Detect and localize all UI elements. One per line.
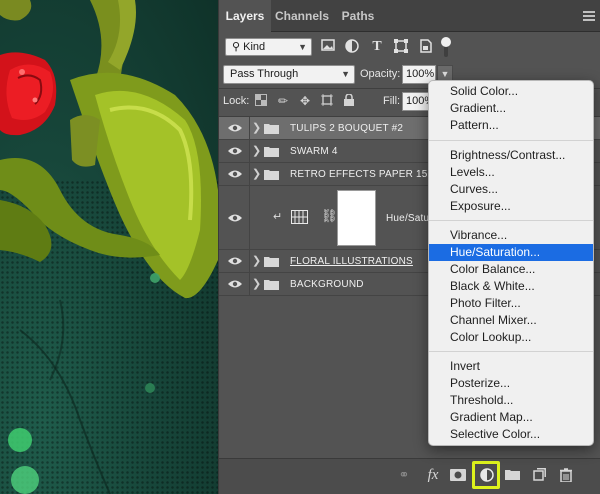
- lock-position-icon[interactable]: ✥: [298, 94, 312, 108]
- eye-icon[interactable]: [227, 279, 243, 289]
- adjustment-button-highlight: [472, 461, 500, 489]
- layer-name[interactable]: SWARM 4: [290, 146, 338, 157]
- tab-channels[interactable]: Channels: [271, 0, 333, 32]
- layer-name[interactable]: RETRO EFFECTS PAPER 15: [290, 169, 428, 180]
- magnifier-icon: ⚲: [232, 41, 241, 53]
- eye-icon[interactable]: [227, 169, 243, 179]
- panel-tab-bar: Layers Channels Paths: [219, 0, 600, 33]
- menu-item-invert[interactable]: Invert: [429, 358, 593, 375]
- fx-icon[interactable]: fx: [423, 465, 443, 485]
- menu-separator: [429, 351, 593, 352]
- chevron-down-icon: ▼: [298, 42, 307, 52]
- expand-arrow-icon[interactable]: ❯: [252, 167, 261, 180]
- menu-item-exposure[interactable]: Exposure...: [429, 198, 593, 215]
- layer-name[interactable]: FLORAL ILLUSTRATIONS: [290, 256, 413, 267]
- menu-item-black-white[interactable]: Black & White...: [429, 278, 593, 295]
- opacity-label: Opacity:: [360, 68, 401, 80]
- menu-item-curves[interactable]: Curves...: [429, 181, 593, 198]
- menu-item-threshold[interactable]: Threshold...: [429, 392, 593, 409]
- expand-arrow-icon[interactable]: ❯: [252, 144, 261, 157]
- folder-icon: [264, 124, 279, 134]
- blend-mode-value: Pass Through: [230, 68, 299, 80]
- layers-bottom-bar: ⚭ fx: [219, 458, 600, 494]
- eye-icon[interactable]: [227, 123, 243, 133]
- add-mask-icon[interactable]: [448, 465, 468, 485]
- shape-filter-icon[interactable]: [393, 39, 409, 55]
- document-canvas[interactable]: [0, 0, 218, 494]
- menu-item-color-lookup[interactable]: Color Lookup...: [429, 329, 593, 346]
- tab-paths[interactable]: Paths: [333, 0, 383, 32]
- kind-filter-select[interactable]: ⚲ Kind ▼: [225, 38, 312, 56]
- blend-mode-select[interactable]: Pass Through ▼: [223, 65, 355, 84]
- menu-item-levels[interactable]: Levels...: [429, 164, 593, 181]
- menu-item-hue-saturation[interactable]: Hue/Saturation...: [429, 244, 593, 261]
- chevron-down-icon: ▼: [341, 69, 350, 79]
- lock-pixels-icon[interactable]: [254, 94, 268, 108]
- folder-icon: [264, 257, 279, 267]
- folder-icon: [264, 147, 279, 157]
- lock-label: Lock:: [223, 95, 250, 107]
- menu-item-gradient-map[interactable]: Gradient Map...: [429, 409, 593, 426]
- expand-arrow-icon[interactable]: ❯: [252, 121, 261, 134]
- link-layers-icon[interactable]: ⚭: [394, 465, 414, 485]
- eye-icon[interactable]: [227, 256, 243, 266]
- menu-item-solid-color[interactable]: Solid Color...: [429, 83, 593, 100]
- menu-item-selective-color[interactable]: Selective Color...: [429, 426, 593, 443]
- menu-item-posterize[interactable]: Posterize...: [429, 375, 593, 392]
- menu-item-vibrance[interactable]: Vibrance...: [429, 227, 593, 244]
- folder-icon: [264, 170, 279, 180]
- menu-item-photo-filter[interactable]: Photo Filter...: [429, 295, 593, 312]
- adjustment-layer-menu: Solid Color... Gradient... Pattern... Br…: [428, 80, 594, 446]
- smart-object-filter-icon[interactable]: [418, 39, 434, 55]
- type-filter-icon[interactable]: T: [369, 39, 385, 55]
- menu-item-brightness-contrast[interactable]: Brightness/Contrast...: [429, 147, 593, 164]
- adjustment-filter-icon[interactable]: [344, 39, 360, 55]
- eye-icon[interactable]: [227, 146, 243, 156]
- expand-arrow-icon[interactable]: ❯: [252, 277, 261, 290]
- panel-menu-icon[interactable]: [583, 11, 595, 21]
- layer-name[interactable]: Hue/Satu: [386, 213, 429, 224]
- kind-filter-label: Kind: [243, 41, 266, 53]
- lock-all-icon[interactable]: [342, 93, 356, 108]
- menu-separator: [429, 220, 593, 221]
- folder-icon: [264, 280, 279, 290]
- adjustment-thumbnail-icon: [291, 210, 308, 224]
- chain-link-icon[interactable]: ⛓: [321, 208, 338, 224]
- lock-artboard-icon[interactable]: [320, 94, 334, 108]
- expand-arrow-icon[interactable]: ❯: [252, 254, 261, 267]
- layer-name[interactable]: BACKGROUND: [290, 279, 364, 290]
- new-layer-icon[interactable]: [529, 465, 549, 485]
- mask-thumbnail[interactable]: [337, 190, 376, 246]
- layer-name[interactable]: TULIPS 2 BOUQUET #2: [290, 123, 403, 134]
- fill-label: Fill:: [383, 95, 401, 107]
- eye-icon[interactable]: [227, 213, 243, 223]
- filter-toggle[interactable]: [441, 37, 451, 57]
- new-group-icon[interactable]: [502, 465, 522, 485]
- menu-separator: [429, 140, 593, 141]
- menu-item-gradient[interactable]: Gradient...: [429, 100, 593, 117]
- trash-icon[interactable]: [556, 465, 576, 485]
- tulip-artwork: [0, 0, 218, 494]
- menu-item-pattern[interactable]: Pattern...: [429, 117, 593, 134]
- menu-item-color-balance[interactable]: Color Balance...: [429, 261, 593, 278]
- clipping-arrow-icon: ↵: [273, 211, 283, 223]
- image-filter-icon[interactable]: [320, 39, 336, 55]
- menu-item-channel-mixer[interactable]: Channel Mixer...: [429, 312, 593, 329]
- lock-paint-icon[interactable]: ✏: [276, 94, 290, 108]
- tab-layers[interactable]: Layers: [219, 0, 271, 33]
